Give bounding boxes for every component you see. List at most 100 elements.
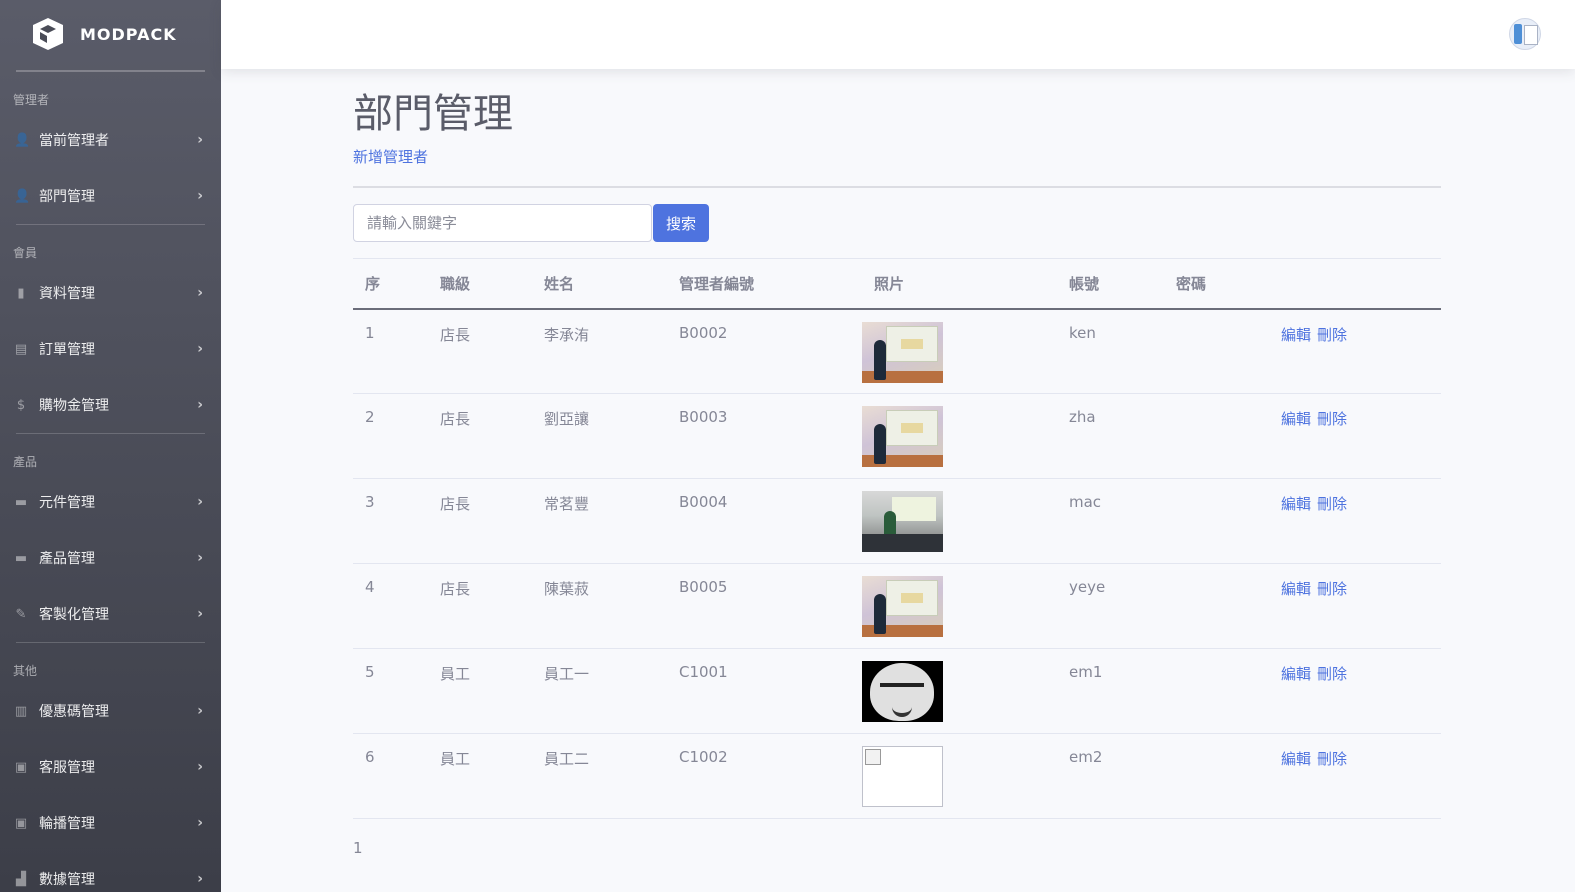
search-button[interactable]: 搜索 — [653, 204, 710, 242]
table-row: 3 店長 常茗豐 B0004 mac 編輯 刪除 — [353, 478, 1441, 564]
col-header-photo: 照片 — [862, 258, 1057, 310]
chevron-right-icon: › — [197, 606, 203, 622]
barcode-icon: ▥ — [14, 703, 28, 719]
pagination[interactable]: 1 — [353, 839, 1441, 857]
sidebar-item-label: 購物金管理 — [39, 398, 109, 414]
cell-admin-id: B0002 — [667, 308, 862, 394]
cell-no: 5 — [353, 648, 428, 734]
cell-admin-id: B0004 — [667, 478, 862, 564]
edit-link[interactable]: 編輯 — [1281, 410, 1311, 428]
admin-photo — [862, 576, 943, 637]
cell-no: 1 — [353, 308, 428, 394]
sidebar-item-label: 產品管理 — [39, 551, 95, 567]
delete-link[interactable]: 刪除 — [1317, 495, 1347, 513]
sidebar-item-label: 優惠碼管理 — [39, 704, 109, 720]
cell-account: ken — [1057, 308, 1164, 394]
cell-password — [1164, 308, 1269, 394]
chevron-right-icon: › — [197, 341, 203, 357]
sidebar-item[interactable]: ✎ 客製化管理 › — [0, 586, 221, 642]
box-icon: ▬ — [14, 550, 28, 566]
add-admin-link[interactable]: 新增管理者 — [353, 146, 428, 167]
delete-link[interactable]: 刪除 — [1317, 750, 1347, 768]
cell-photo — [862, 563, 1057, 649]
chevron-right-icon: › — [197, 132, 203, 148]
cell-admin-id: B0005 — [667, 563, 862, 649]
delete-link[interactable]: 刪除 — [1317, 326, 1347, 344]
sidebar-item-label: 輪播管理 — [39, 816, 95, 832]
search-input[interactable] — [353, 204, 652, 242]
cell-rank: 員工 — [428, 733, 532, 819]
sidebar-item-label: 當前管理者 — [39, 133, 109, 149]
sidebar-item[interactable]: ▥ 優惠碼管理 › — [0, 683, 221, 739]
sidebar-item[interactable]: ▤ 訂單管理 › — [0, 321, 221, 377]
chevron-right-icon: › — [197, 759, 203, 775]
admin-photo — [862, 746, 943, 807]
header-divider — [353, 186, 1441, 188]
cell-name: 員工二 — [532, 733, 667, 819]
sidebar: MODPACK 管理者 👤 當前管理者 › 👤 部門管理 › 會員 ▮ 資料管理 › ▤ 訂單管理 › $ 購… — [0, 0, 221, 892]
sidebar-item-label: 客製化管理 — [39, 607, 109, 623]
cell-photo — [862, 648, 1057, 734]
sidebar-item-label: 元件管理 — [39, 495, 95, 511]
cell-actions: 編輯 刪除 — [1269, 733, 1441, 819]
sidebar-item[interactable]: ▮ 資料管理 › — [0, 265, 221, 321]
col-header-admin-id: 管理者編號 — [667, 258, 862, 310]
table-row: 2 店長 劉亞讓 B0003 zha 編輯 刪除 — [353, 393, 1441, 479]
sidebar-heading: 其他 — [13, 664, 38, 678]
sidebar-item-label: 數據管理 — [39, 872, 95, 888]
delete-link[interactable]: 刪除 — [1317, 410, 1347, 428]
cell-photo — [862, 308, 1057, 394]
chevron-right-icon: › — [197, 494, 203, 510]
user-avatar-icon[interactable] — [1509, 18, 1541, 50]
cell-name: 常茗豐 — [532, 478, 667, 564]
edit-link[interactable]: 編輯 — [1281, 665, 1311, 683]
sidebar-item-label: 部門管理 — [39, 189, 95, 205]
sidebar-item[interactable]: $ 購物金管理 › — [0, 377, 221, 433]
cube-logo-icon — [33, 18, 63, 50]
chevron-right-icon: › — [197, 188, 203, 204]
cell-password — [1164, 393, 1269, 479]
cell-actions: 編輯 刪除 — [1269, 563, 1441, 649]
cell-name: 李承洧 — [532, 308, 667, 394]
edit-link[interactable]: 編輯 — [1281, 326, 1311, 344]
col-header-actions — [1269, 258, 1441, 310]
topbar — [221, 0, 1575, 69]
cell-password — [1164, 563, 1269, 649]
col-header-no: 序 — [353, 258, 428, 310]
cell-no: 4 — [353, 563, 428, 649]
page-title: 部門管理 — [353, 91, 513, 137]
sidebar-item[interactable]: 👤 當前管理者 › — [0, 112, 221, 168]
cell-admin-id: B0003 — [667, 393, 862, 479]
sidebar-item[interactable]: 👤 部門管理 › — [0, 168, 221, 224]
sidebar-item[interactable]: ▣ 輪播管理 › — [0, 795, 221, 851]
chevron-right-icon: › — [197, 550, 203, 566]
box-icon: ▬ — [14, 494, 28, 510]
chevron-right-icon: › — [197, 703, 203, 719]
table-row: 6 員工 員工二 C1002 em2 編輯 刪除 — [353, 733, 1441, 819]
cell-no: 2 — [353, 393, 428, 479]
edit-link[interactable]: 編輯 — [1281, 495, 1311, 513]
sidebar-item-label: 客服管理 — [39, 760, 95, 776]
edit-link[interactable]: 編輯 — [1281, 750, 1311, 768]
cell-admin-id: C1001 — [667, 648, 862, 734]
brand[interactable]: MODPACK — [0, 0, 221, 68]
chevron-right-icon: › — [197, 871, 203, 887]
delete-link[interactable]: 刪除 — [1317, 665, 1347, 683]
sidebar-item-label: 訂單管理 — [39, 342, 95, 358]
cell-name: 劉亞讓 — [532, 393, 667, 479]
admin-photo — [862, 661, 943, 722]
sidebar-item[interactable]: ▬ 產品管理 › — [0, 530, 221, 586]
brand-name: MODPACK — [80, 24, 177, 44]
edit-link[interactable]: 編輯 — [1281, 580, 1311, 598]
sidebar-item[interactable]: ▬ 元件管理 › — [0, 474, 221, 530]
cell-name: 員工一 — [532, 648, 667, 734]
delete-link[interactable]: 刪除 — [1317, 580, 1347, 598]
cell-account: zha — [1057, 393, 1164, 479]
image-icon: ▣ — [14, 815, 28, 831]
cell-password — [1164, 733, 1269, 819]
table-row: 4 店長 陳葉菽 B0005 yeye 編輯 刪除 — [353, 563, 1441, 649]
table-row: 1 店長 李承洧 B0002 ken 編輯 刪除 — [353, 308, 1441, 394]
sidebar-item[interactable]: ▟ 數據管理 › — [0, 851, 221, 892]
sidebar-item[interactable]: ▣ 客服管理 › — [0, 739, 221, 795]
main-content: 部門管理 新增管理者 搜索 序 職級 姓名 管理者編號 照片 帳號 密碼 1店長… — [353, 69, 1441, 857]
